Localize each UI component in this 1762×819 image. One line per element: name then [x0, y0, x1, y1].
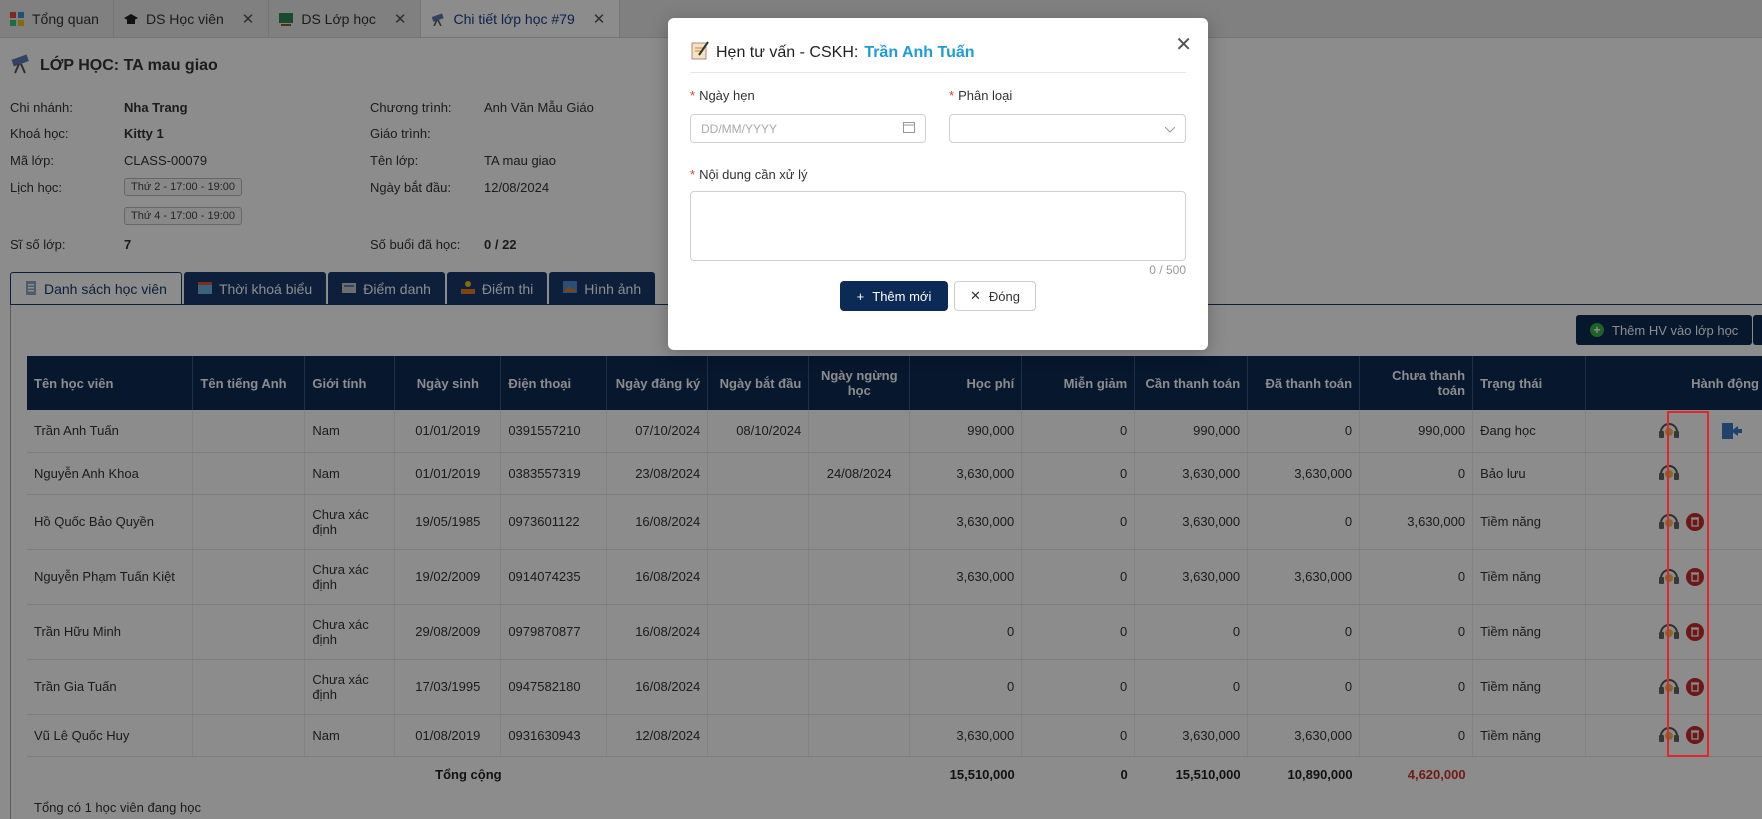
required-mark: *: [690, 167, 696, 182]
date-placeholder: DD/MM/YYYY: [701, 121, 778, 136]
content-textarea[interactable]: [690, 191, 1186, 261]
memo-icon: [690, 40, 710, 65]
close-icon: ✕: [970, 288, 981, 303]
calendar-icon: [903, 121, 915, 136]
consult-appointment-modal: Hẹn tư vấn - CSKH: Trần Anh Tuấn ✕ * Ngày…: [668, 18, 1208, 350]
date-input[interactable]: DD/MM/YYYY: [690, 114, 926, 143]
highlight-box: [1667, 411, 1709, 757]
modal-divider: [690, 72, 1186, 73]
content-label-text: Nội dung cần xử lý: [699, 167, 808, 182]
close-button[interactable]: ✕ Đóng: [954, 281, 1036, 311]
category-label-text: Phân loại: [958, 88, 1013, 103]
category-select[interactable]: [949, 114, 1186, 143]
modal-title-prefix: Hẹn tư vấn - CSKH:: [716, 43, 859, 61]
close-icon[interactable]: ✕: [1175, 32, 1192, 57]
date-label: * Ngày hẹn: [690, 88, 755, 103]
plus-icon: +: [856, 288, 865, 304]
modal-title: Hẹn tư vấn - CSKH: Trần Anh Tuấn: [690, 40, 975, 65]
content-label: * Nội dung cần xử lý: [690, 167, 808, 182]
required-mark: *: [949, 88, 955, 103]
date-label-text: Ngày hẹn: [699, 88, 755, 103]
char-counter: 0 / 500: [1149, 263, 1186, 277]
close-label: Đóng: [988, 288, 1020, 304]
category-label: * Phân loại: [949, 88, 1012, 103]
add-new-button[interactable]: + Thêm mới: [840, 281, 948, 311]
modal-title-name: Trần Anh Tuấn: [864, 43, 975, 61]
required-mark: *: [690, 88, 696, 103]
chevron-down-icon: [1164, 122, 1176, 136]
add-new-label: Thêm mới: [872, 288, 932, 304]
